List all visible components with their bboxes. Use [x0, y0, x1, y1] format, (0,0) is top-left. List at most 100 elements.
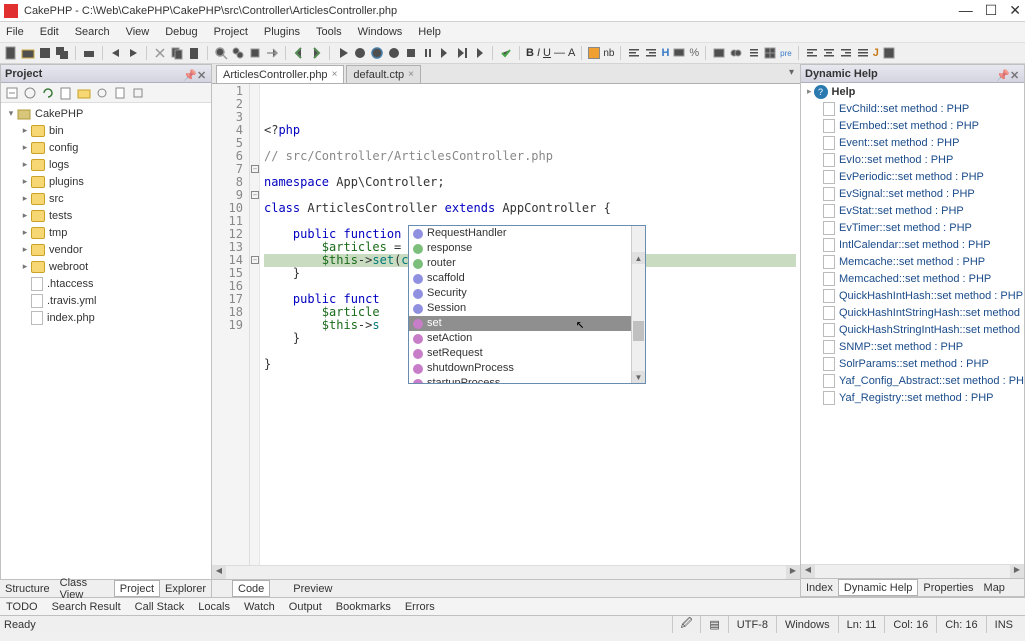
maximize-button[interactable]: ☐	[985, 2, 998, 19]
autocomplete-item[interactable]: Security	[409, 286, 631, 301]
autocomplete-item[interactable]: set	[409, 316, 631, 331]
help-item[interactable]: Yaf_Registry::set method : PHP	[801, 389, 1024, 406]
help-item[interactable]: EvTimer::set method : PHP	[801, 219, 1024, 236]
link-icon[interactable]	[729, 46, 743, 60]
menu-edit[interactable]: Edit	[40, 26, 59, 38]
autocomplete-scrollbar[interactable]: ▲ ▼	[631, 226, 645, 383]
status-os[interactable]: Windows	[776, 616, 838, 633]
help-item[interactable]: EvStat::set method : PHP	[801, 202, 1024, 219]
percent-icon[interactable]: %	[689, 47, 699, 59]
tree-folder[interactable]: ▸webroot	[1, 258, 211, 275]
status-icon1[interactable]: 🖉	[672, 616, 701, 633]
help-item[interactable]: QuickHashStringIntHash::set method	[801, 321, 1024, 338]
hscroll-right-icon[interactable]: ▶	[786, 566, 800, 579]
breakpoint-toggle-icon[interactable]	[387, 46, 401, 60]
tree-folder[interactable]: ▸config	[1, 139, 211, 156]
autocomplete-item[interactable]: router	[409, 256, 631, 271]
tab-structure[interactable]: Structure	[0, 580, 55, 597]
fold-toggle-icon[interactable]: −	[251, 191, 259, 199]
tab-classview[interactable]: Class View	[55, 580, 114, 597]
menu-debug[interactable]: Debug	[165, 26, 197, 38]
help-hscroll[interactable]: ◀ ▶	[801, 564, 1024, 578]
help-item[interactable]: QuickHashIntStringHash::set method	[801, 304, 1024, 321]
stop-icon[interactable]	[404, 46, 418, 60]
autocomplete-item[interactable]: startupProcess	[409, 376, 631, 383]
panel-close-icon[interactable]: ✕	[1010, 69, 1020, 79]
nbsp-icon[interactable]: nb	[603, 48, 614, 59]
tab-watch[interactable]: Watch	[244, 601, 275, 613]
fold-toggle-icon[interactable]: −	[251, 165, 259, 173]
help-body[interactable]: ▸ ? Help EvChild::set method : PHPEvEmbe…	[801, 83, 1024, 564]
step-into-icon[interactable]	[455, 46, 469, 60]
help-item[interactable]: EvIo::set method : PHP	[801, 151, 1024, 168]
help-item[interactable]: IntlCalendar::set method : PHP	[801, 236, 1024, 253]
frame-icon[interactable]	[882, 46, 896, 60]
hr-icon[interactable]: —	[554, 47, 565, 59]
close-button[interactable]: ✕	[1009, 2, 1021, 19]
tab-todo[interactable]: TODO	[6, 601, 38, 613]
refresh-tree-icon[interactable]	[41, 86, 55, 100]
tab-preview[interactable]: Preview	[288, 580, 337, 597]
tree-root[interactable]: ▾ CakePHP	[1, 105, 211, 122]
help-item[interactable]: SolrParams::set method : PHP	[801, 355, 1024, 372]
scroll-up-icon[interactable]: ▲	[632, 252, 645, 264]
refresh-icon[interactable]	[370, 46, 384, 60]
menu-search[interactable]: Search	[75, 26, 110, 38]
tab-map[interactable]: Map	[979, 579, 1010, 596]
scroll-thumb[interactable]	[633, 321, 644, 341]
help-item[interactable]: Event::set method : PHP	[801, 134, 1024, 151]
status-icon2[interactable]: ▤	[700, 616, 727, 633]
tab-dynamic-help[interactable]: Dynamic Help	[838, 579, 918, 596]
menu-windows[interactable]: Windows	[358, 26, 403, 38]
scroll-down-icon[interactable]: ▼	[632, 371, 645, 383]
panel-close-icon[interactable]: ✕	[197, 69, 207, 79]
open-file-icon[interactable]	[21, 46, 35, 60]
help-item[interactable]: EvPeriodic::set method : PHP	[801, 168, 1024, 185]
help-item[interactable]: Memcached::set method : PHP	[801, 270, 1024, 287]
italic-icon[interactable]: I	[537, 47, 540, 59]
print-icon[interactable]	[82, 46, 96, 60]
forward-icon[interactable]	[309, 46, 323, 60]
tab-bookmarks[interactable]: Bookmarks	[336, 601, 391, 613]
tree-folder[interactable]: ▸src	[1, 190, 211, 207]
tab-output[interactable]: Output	[289, 601, 322, 613]
menu-project[interactable]: Project	[214, 26, 248, 38]
paste-icon[interactable]	[187, 46, 201, 60]
underline-icon[interactable]: U	[543, 47, 551, 59]
indent-right-icon[interactable]	[644, 46, 658, 60]
new-item-icon[interactable]	[59, 86, 73, 100]
tab-search-result[interactable]: Search Result	[52, 601, 121, 613]
image-icon[interactable]	[712, 46, 726, 60]
tab-close-icon[interactable]: ×	[332, 69, 338, 80]
tree-folder[interactable]: ▸tests	[1, 207, 211, 224]
editor-tab[interactable]: default.ctp×	[346, 65, 421, 83]
fold-toggle-icon[interactable]: −	[251, 256, 259, 264]
tree-file[interactable]: .htaccess	[1, 275, 211, 292]
indent-left-icon[interactable]	[627, 46, 641, 60]
tree-file[interactable]: index.php	[1, 309, 211, 326]
pin-icon[interactable]: 📌	[996, 69, 1006, 79]
step-out-icon[interactable]	[472, 46, 486, 60]
tab-index[interactable]: Index	[801, 579, 838, 596]
code-line[interactable]: // src/Controller/ArticlesController.php	[264, 150, 796, 163]
tab-errors[interactable]: Errors	[405, 601, 435, 613]
align-center-icon[interactable]	[822, 46, 836, 60]
menu-help[interactable]: Help	[418, 26, 441, 38]
hscroll-left-icon[interactable]: ◀	[212, 566, 226, 579]
help-item[interactable]: EvChild::set method : PHP	[801, 100, 1024, 117]
comment-icon[interactable]	[672, 46, 686, 60]
help-item[interactable]: EvEmbed::set method : PHP	[801, 117, 1024, 134]
tab-list-dropdown-icon[interactable]: ▾	[789, 67, 794, 78]
copy-icon[interactable]	[170, 46, 184, 60]
autocomplete-popup[interactable]: RequestHandlerresponserouterscaffoldSecu…	[408, 225, 646, 384]
properties-icon[interactable]	[113, 86, 127, 100]
find-in-files-icon[interactable]	[248, 46, 262, 60]
save-all-icon[interactable]	[55, 46, 69, 60]
debug-icon[interactable]	[353, 46, 367, 60]
code-line[interactable]: class ArticlesController extends AppCont…	[264, 202, 796, 215]
help-item[interactable]: EvSignal::set method : PHP	[801, 185, 1024, 202]
hscroll-left-icon[interactable]: ◀	[801, 565, 815, 578]
step-over-icon[interactable]	[438, 46, 452, 60]
project-tree[interactable]: ▾ CakePHP ▸bin▸config▸logs▸plugins▸src▸t…	[1, 103, 211, 596]
save-icon[interactable]	[38, 46, 52, 60]
